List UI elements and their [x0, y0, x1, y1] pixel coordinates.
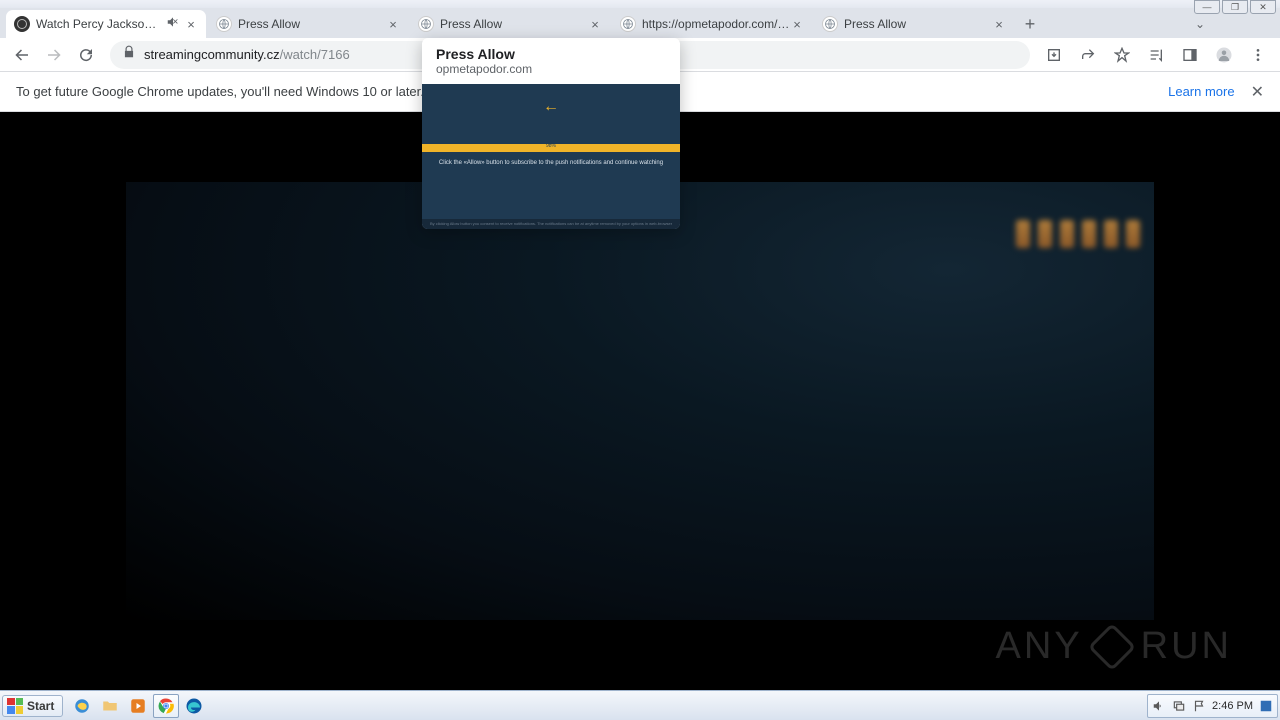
windows-flag-icon — [7, 698, 23, 714]
tab-hover-preview: Press Allow opmetapodor.com ← 98% Click … — [422, 38, 680, 229]
favicon-sc-icon — [14, 16, 30, 32]
tab-title: Press Allow — [844, 17, 992, 31]
taskbar-chrome-icon[interactable] — [153, 694, 179, 718]
hover-title: Press Allow — [436, 46, 666, 62]
close-tab-icon[interactable]: × — [386, 17, 400, 31]
mute-icon[interactable] — [166, 15, 180, 34]
reload-button[interactable] — [72, 41, 100, 69]
arrow-left-icon: ← — [543, 98, 559, 116]
close-infobar-icon[interactable]: ✕ — [1251, 82, 1264, 102]
anyrun-watermark: ANY RUN — [996, 625, 1232, 668]
globe-icon — [822, 16, 838, 32]
globe-icon — [216, 16, 232, 32]
url-text: streamingcommunity.cz/watch/7166 — [144, 47, 350, 62]
tab-2[interactable]: Press Allow × — [410, 10, 610, 38]
close-tab-icon[interactable]: × — [588, 17, 602, 31]
system-tray[interactable]: 2:46 PM — [1147, 694, 1278, 718]
globe-icon — [418, 16, 434, 32]
toolbar-right — [1040, 41, 1272, 69]
menu-icon[interactable] — [1244, 41, 1272, 69]
window-controls: — ❐ ✕ — [1194, 0, 1276, 14]
side-panel-icon[interactable] — [1176, 41, 1204, 69]
tab-title: Press Allow — [238, 17, 386, 31]
tab-1[interactable]: Press Allow × — [208, 10, 408, 38]
taskbar-apps — [69, 694, 207, 718]
taskbar-edge-icon[interactable] — [181, 694, 207, 718]
tab-4[interactable]: Press Allow × — [814, 10, 1014, 38]
video-player[interactable] — [126, 182, 1154, 620]
tab-0[interactable]: Watch Percy Jackson e gli × — [6, 10, 206, 38]
taskbar-media-icon[interactable] — [125, 694, 151, 718]
maximize-button[interactable]: ❐ — [1222, 0, 1248, 14]
infobar-text: To get future Google Chrome updates, you… — [16, 84, 435, 99]
new-tab-button[interactable]: + — [1016, 10, 1044, 38]
profile-icon[interactable] — [1210, 41, 1238, 69]
share-icon[interactable] — [1074, 41, 1102, 69]
network-icon[interactable] — [1172, 699, 1186, 713]
hover-domain: opmetapodor.com — [436, 62, 666, 76]
tab-title: Watch Percy Jackson e gli — [36, 17, 162, 31]
close-tab-icon[interactable]: × — [184, 17, 198, 31]
globe-icon — [620, 16, 636, 32]
forward-button[interactable] — [40, 41, 68, 69]
install-icon[interactable] — [1040, 41, 1068, 69]
bookmark-icon[interactable] — [1108, 41, 1136, 69]
show-desktop-icon[interactable] — [1259, 699, 1273, 713]
hover-thumbnail: ← 98% Click the «Allow» button to subscr… — [422, 84, 680, 229]
tab-search-button[interactable]: ⌄ — [1186, 10, 1214, 38]
video-highlight — [1016, 220, 1140, 248]
close-window-button[interactable]: ✕ — [1250, 0, 1276, 14]
minimize-button[interactable]: — — [1194, 0, 1220, 14]
tab-strip: Watch Percy Jackson e gli × Press Allow … — [0, 8, 1280, 38]
clock[interactable]: 2:46 PM — [1212, 700, 1253, 712]
lock-icon — [122, 45, 136, 64]
volume-icon[interactable] — [1152, 699, 1166, 713]
close-tab-icon[interactable]: × — [992, 17, 1006, 31]
play-icon — [1088, 622, 1136, 670]
tab-title: https://opmetapodor.com/?s= — [642, 17, 790, 31]
tab-title: Press Allow — [440, 17, 588, 31]
back-button[interactable] — [8, 41, 36, 69]
window-titlebar — [0, 0, 1280, 8]
reading-list-icon[interactable] — [1142, 41, 1170, 69]
taskbar: Start 2:46 PM — [0, 690, 1280, 720]
taskbar-ie-icon[interactable] — [69, 694, 95, 718]
taskbar-explorer-icon[interactable] — [97, 694, 123, 718]
tab-3[interactable]: https://opmetapodor.com/?s= × — [612, 10, 812, 38]
start-button[interactable]: Start — [2, 695, 63, 717]
flag-icon[interactable] — [1192, 699, 1206, 713]
learn-more-link[interactable]: Learn more — [1168, 84, 1234, 99]
close-tab-icon[interactable]: × — [790, 17, 804, 31]
